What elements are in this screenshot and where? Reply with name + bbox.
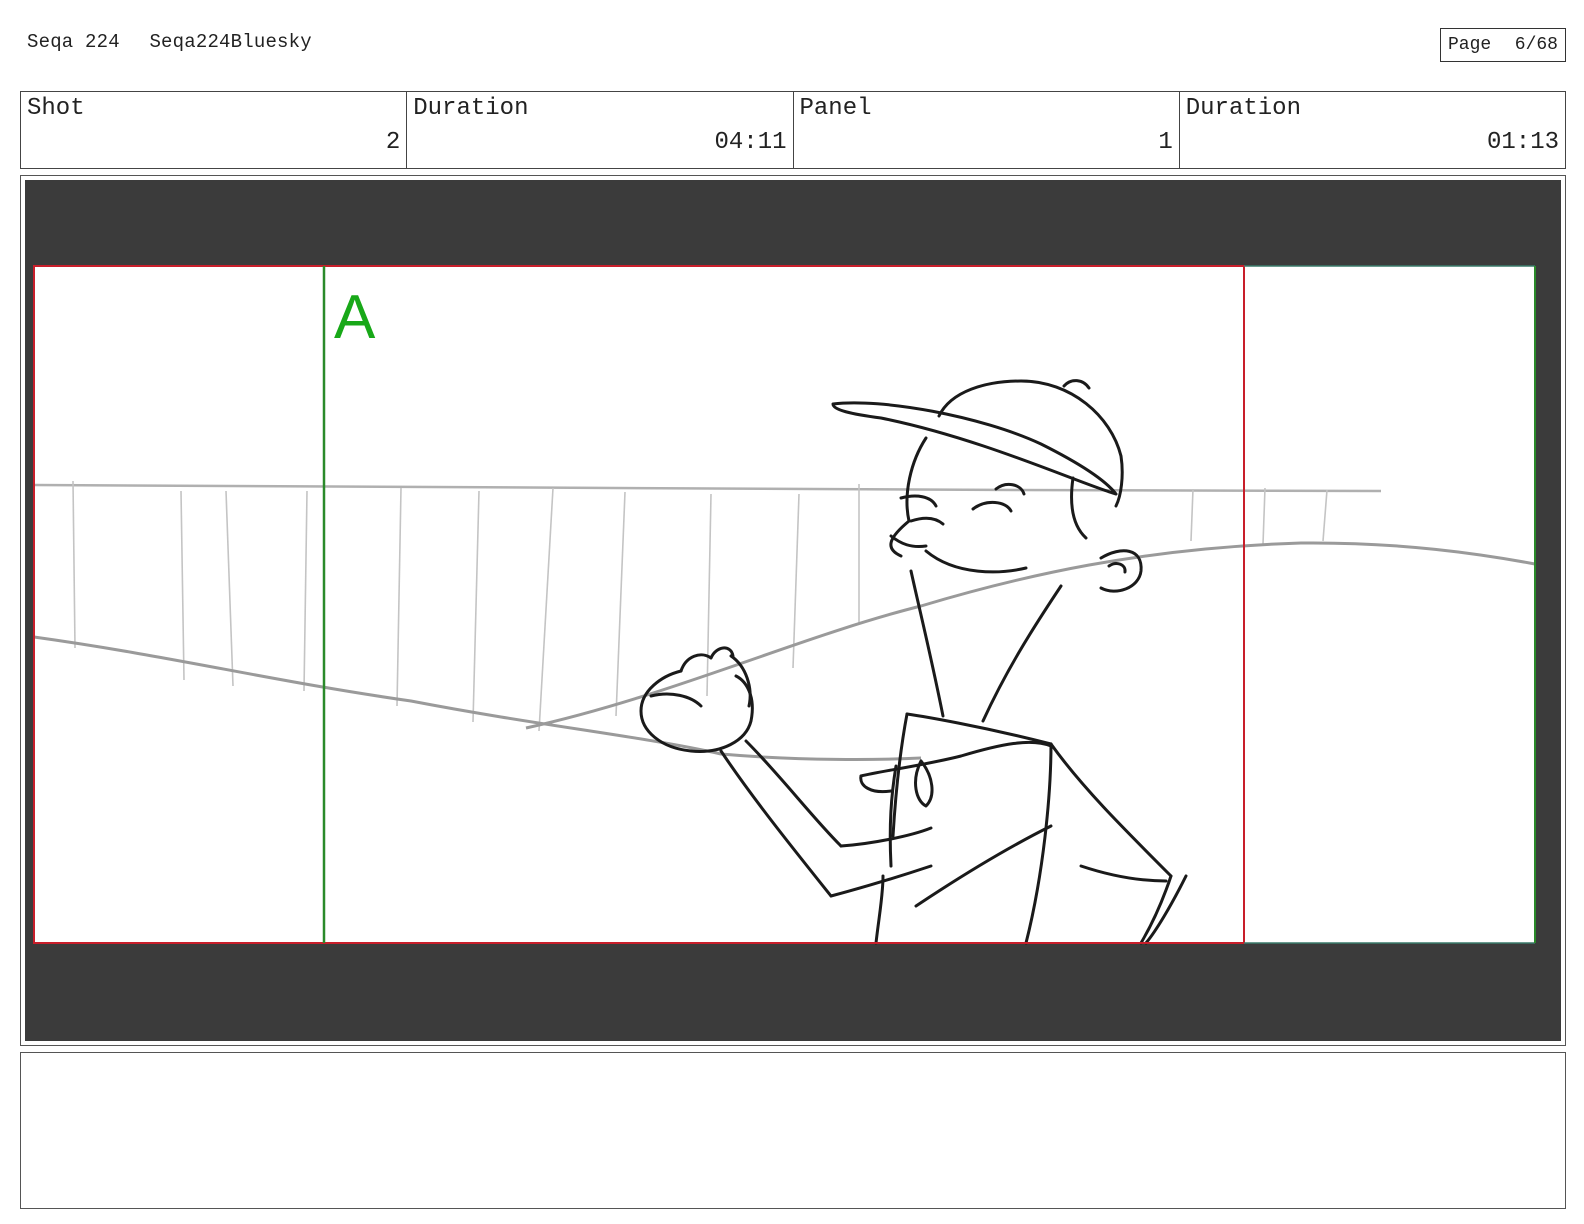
notes-box — [20, 1052, 1566, 1209]
panel-duration-cell: Duration 01:13 — [1180, 92, 1565, 168]
shot-duration-cell: Duration 04:11 — [407, 92, 794, 168]
panel-duration-value: 01:13 — [1486, 129, 1559, 156]
page-number: 6/68 — [1514, 35, 1558, 55]
panel-duration-label: Duration — [1185, 95, 1301, 122]
page-header: Seqa 224 Seqa224Bluesky — [27, 31, 330, 53]
shot-cell: Shot 2 — [21, 92, 408, 168]
camera-marker-label: A — [334, 283, 376, 352]
panel-label: Panel — [799, 95, 872, 122]
shot-info-table: Shot 2 Duration 04:11 Panel 1 Duration 0… — [20, 91, 1566, 169]
drawing-canvas — [34, 266, 1535, 943]
page-indicator: Page 6/68 — [1440, 28, 1566, 62]
page-label: Page — [1448, 35, 1492, 55]
shot-duration-value: 04:11 — [714, 129, 787, 156]
sequence-label: Seqa 224 — [27, 31, 120, 53]
sequence-name: Seqa224Bluesky — [149, 31, 312, 53]
panel-cell: Panel 1 — [794, 92, 1180, 168]
storyboard-drawing: A — [33, 265, 1536, 945]
shot-value: 2 — [385, 129, 401, 156]
panel-value: 1 — [1158, 129, 1173, 156]
shot-duration-label: Duration — [413, 95, 529, 122]
shot-label: Shot — [27, 95, 85, 122]
storyboard-frame: A — [20, 175, 1566, 1046]
